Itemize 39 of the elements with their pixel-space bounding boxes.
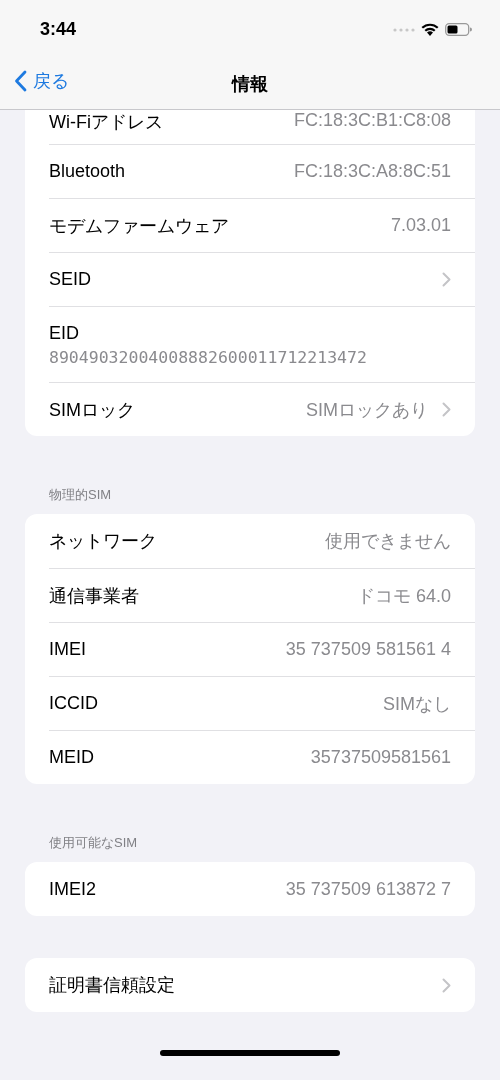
- row-label: 通信事業者: [49, 584, 139, 608]
- row-value: 89049032004008882600011712213472: [49, 347, 367, 367]
- list-row[interactable]: 証明書信頼設定: [49, 958, 475, 1012]
- row-label: モデムファームウェア: [49, 214, 229, 238]
- row-value: 7.03.01: [390, 215, 451, 236]
- row-label: MEID: [49, 747, 94, 768]
- row-label: ICCID: [49, 693, 98, 714]
- row-value: 35 737509 613872 7: [285, 878, 451, 900]
- chevron-right-icon: [442, 402, 451, 417]
- list-row[interactable]: SEID: [49, 252, 475, 306]
- row-label: IMEI2: [49, 878, 96, 900]
- row-value: FC:18:3C:A8:8C:51: [293, 161, 451, 182]
- chevron-left-icon: [14, 70, 27, 92]
- row-value: 35737509581561: [310, 747, 451, 768]
- row-label: Bluetooth: [49, 161, 126, 182]
- battery-icon: [445, 23, 472, 36]
- signal-icon: [393, 27, 415, 32]
- row-value: FC:18:3C:B1:C8:08: [293, 110, 451, 131]
- row-label: IMEI: [49, 639, 86, 660]
- chevron-right-icon: [442, 977, 451, 993]
- row-value: 使用できません: [325, 530, 451, 553]
- row-value: SIMロックあり: [306, 398, 428, 422]
- row-label: EID: [49, 322, 79, 344]
- row-label: Wi-Fiアドレス: [49, 111, 163, 134]
- row-label: SIMロック: [49, 398, 135, 422]
- back-button[interactable]: 戻る: [14, 69, 69, 93]
- status-time: 3:44: [40, 19, 77, 40]
- nav-title: 情報: [232, 73, 268, 96]
- wifi-icon: [421, 23, 439, 36]
- row-value: 35 737509 581561 4: [285, 639, 451, 660]
- row-value: ドコモ 64.0: [356, 584, 451, 608]
- row-value: SIMなし: [383, 692, 451, 716]
- row-label: SEID: [49, 269, 91, 290]
- row-label: ネットワーク: [49, 530, 157, 553]
- section-header: 使用可能なSIM: [48, 834, 139, 852]
- list-row[interactable]: SIMロック SIMロックあり: [49, 382, 475, 436]
- chevron-right-icon: [442, 272, 451, 287]
- section-header: 物理的SIM: [48, 486, 113, 504]
- row-label: 証明書信頼設定: [49, 974, 175, 997]
